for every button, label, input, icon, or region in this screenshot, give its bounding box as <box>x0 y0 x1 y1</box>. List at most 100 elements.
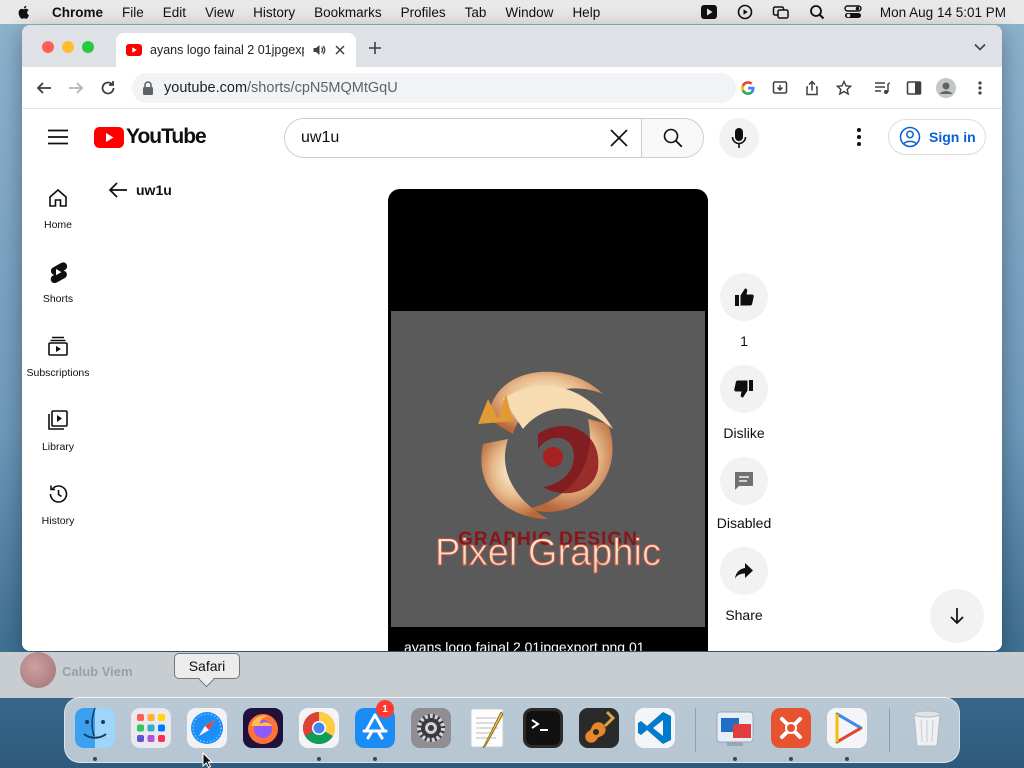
search-box <box>284 118 704 158</box>
remote-desktop-running-dot <box>733 757 737 761</box>
screen-mirror-icon[interactable] <box>772 4 790 20</box>
new-tab-icon[interactable] <box>368 41 382 55</box>
back-to-search[interactable]: uw1u <box>108 181 172 199</box>
google-lens-icon[interactable] <box>740 80 756 96</box>
dock-separator <box>695 708 696 752</box>
bookmark-star-icon[interactable] <box>836 80 852 96</box>
comments-button[interactable] <box>720 457 768 505</box>
dock-remote-desktop[interactable] <box>713 706 757 750</box>
close-tab-icon[interactable] <box>334 44 346 56</box>
background-app-window: Calub Viem <box>0 652 1024 698</box>
shorts-icon <box>50 262 68 283</box>
settings-more-icon[interactable] <box>854 127 864 147</box>
forward-arrow-icon[interactable] <box>68 80 84 96</box>
install-app-icon[interactable] <box>772 80 788 96</box>
play-circle-icon[interactable] <box>736 4 754 20</box>
minimize-window-button[interactable] <box>62 41 74 53</box>
dock-remote-app[interactable] <box>769 706 813 750</box>
dock-firefox[interactable] <box>241 706 285 750</box>
menu-profiles[interactable]: Profiles <box>401 5 446 20</box>
dock-play[interactable] <box>825 706 869 750</box>
speaker-icon[interactable] <box>312 43 326 57</box>
dock-safari[interactable] <box>185 706 229 750</box>
youtube-favicon-icon <box>126 44 142 56</box>
back-arrow-icon <box>108 182 127 198</box>
menu-history[interactable]: History <box>253 5 295 20</box>
control-center-icon[interactable] <box>844 4 862 20</box>
share-button[interactable] <box>720 547 768 595</box>
art-text-pixel-graphic: Pixel Graphic <box>435 532 661 574</box>
hamburger-menu-icon[interactable] <box>48 129 68 145</box>
dock-finder[interactable] <box>73 706 117 750</box>
history-icon <box>49 485 68 503</box>
dislike-button[interactable] <box>720 365 768 413</box>
dock-chrome[interactable] <box>297 706 341 750</box>
vscode-icon <box>635 708 675 748</box>
account-circle-icon <box>899 126 921 148</box>
menu-tab[interactable]: Tab <box>465 5 487 20</box>
chrome-running-dot <box>317 757 321 761</box>
close-icon <box>610 129 628 147</box>
url-host: youtube.com <box>164 80 248 96</box>
apple-icon[interactable] <box>16 4 32 20</box>
back-arrow-icon[interactable] <box>36 80 52 96</box>
voice-search-button[interactable] <box>719 118 759 158</box>
short-video-player[interactable]: GRAPHIC DESIGN Pixel Graphic ayans logo … <box>388 189 708 651</box>
short-title[interactable]: ayans logo fainal 2 01jpgexport png 01 <box>404 639 645 651</box>
mouse-cursor-icon <box>202 752 214 768</box>
spotlight-search-icon[interactable] <box>808 4 826 20</box>
profile-avatar-icon[interactable] <box>936 78 956 98</box>
short-actions: 1 Dislike Disabled Share <box>717 273 771 639</box>
chrome-window: ayans logo fainal 2 01jpgexport png 01 y… <box>22 25 1002 651</box>
dock-vscode[interactable] <box>633 706 677 750</box>
chrome-icon <box>299 708 339 748</box>
side-panel-icon[interactable] <box>906 80 922 96</box>
guide-item-history[interactable]: History <box>22 467 94 541</box>
thumbs-down-icon <box>734 380 753 398</box>
guide-label-history: History <box>41 515 75 527</box>
dock-trash[interactable] <box>905 706 949 750</box>
lock-icon[interactable] <box>142 81 154 95</box>
close-window-button[interactable] <box>42 41 54 53</box>
tab-strip: ayans logo fainal 2 01jpgexport png 01 <box>22 25 1002 67</box>
dock-launchpad[interactable] <box>129 706 173 750</box>
clear-search-button[interactable] <box>597 119 641 157</box>
guide-item-library[interactable]: Library <box>22 393 94 467</box>
sign-in-button[interactable]: Sign in <box>888 119 986 155</box>
settings-gear-icon <box>411 708 451 748</box>
guide-item-subscriptions[interactable]: Subscriptions <box>22 319 94 393</box>
menubar-clock[interactable]: Mon Aug 14 5:01 PM <box>880 5 1006 20</box>
chrome-menu-icon[interactable] <box>974 80 986 96</box>
menu-view[interactable]: View <box>205 5 234 20</box>
address-bar[interactable]: youtube.com/shorts/cpN5MQMtGqU <box>132 73 736 103</box>
dock-textedit[interactable] <box>465 706 509 750</box>
menu-bookmarks[interactable]: Bookmarks <box>314 5 382 20</box>
zoom-window-button[interactable] <box>82 41 94 53</box>
menu-edit[interactable]: Edit <box>163 5 186 20</box>
tab-youtube-short[interactable]: ayans logo fainal 2 01jpgexport png 01 <box>116 33 356 67</box>
dock-terminal[interactable] <box>521 706 565 750</box>
menu-help[interactable]: Help <box>572 5 600 20</box>
menu-file[interactable]: File <box>122 5 144 20</box>
search-input[interactable] <box>285 119 597 157</box>
reload-icon[interactable] <box>100 80 116 96</box>
dock-garageband[interactable] <box>577 706 621 750</box>
guide-item-home[interactable]: Home <box>22 171 94 245</box>
media-controls-icon[interactable] <box>874 80 890 96</box>
next-short-button[interactable] <box>930 589 984 643</box>
youtube-logo[interactable]: YouTube <box>94 125 207 149</box>
menu-chrome[interactable]: Chrome <box>52 5 103 20</box>
dock-separator-trash <box>889 708 890 752</box>
remote-app-running-dot <box>789 757 793 761</box>
guide-item-shorts[interactable]: Shorts <box>22 245 94 319</box>
browser-toolbar: youtube.com/shorts/cpN5MQMtGqU <box>22 67 1002 109</box>
garageband-guitar-icon <box>579 708 619 748</box>
tab-search-chevron-icon[interactable] <box>974 43 986 51</box>
media-play-icon[interactable] <box>700 4 718 20</box>
like-button[interactable] <box>720 273 768 321</box>
dock-system-settings[interactable] <box>409 706 453 750</box>
search-query-label: uw1u <box>136 182 172 198</box>
share-page-icon[interactable] <box>804 80 820 96</box>
menu-window[interactable]: Window <box>505 5 553 20</box>
search-button[interactable] <box>641 119 703 157</box>
